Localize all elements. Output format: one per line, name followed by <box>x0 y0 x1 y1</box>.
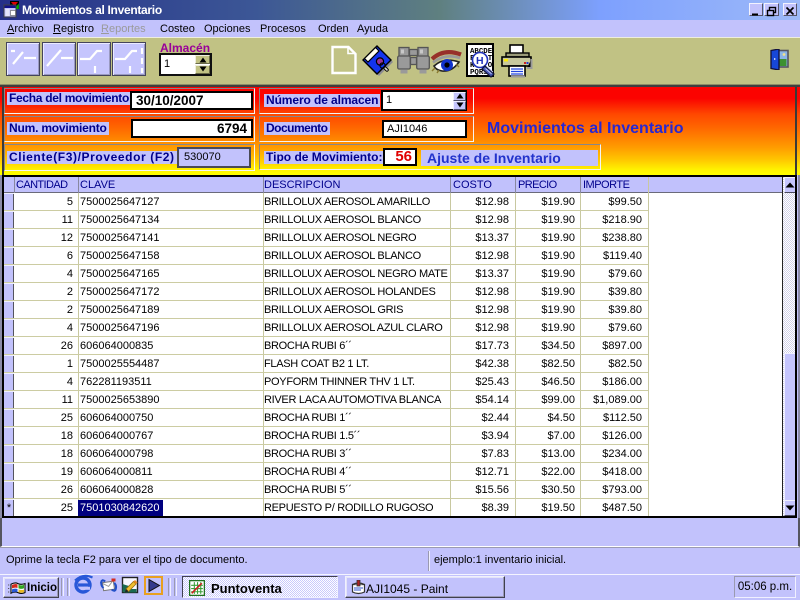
svg-text:H: H <box>476 55 484 67</box>
